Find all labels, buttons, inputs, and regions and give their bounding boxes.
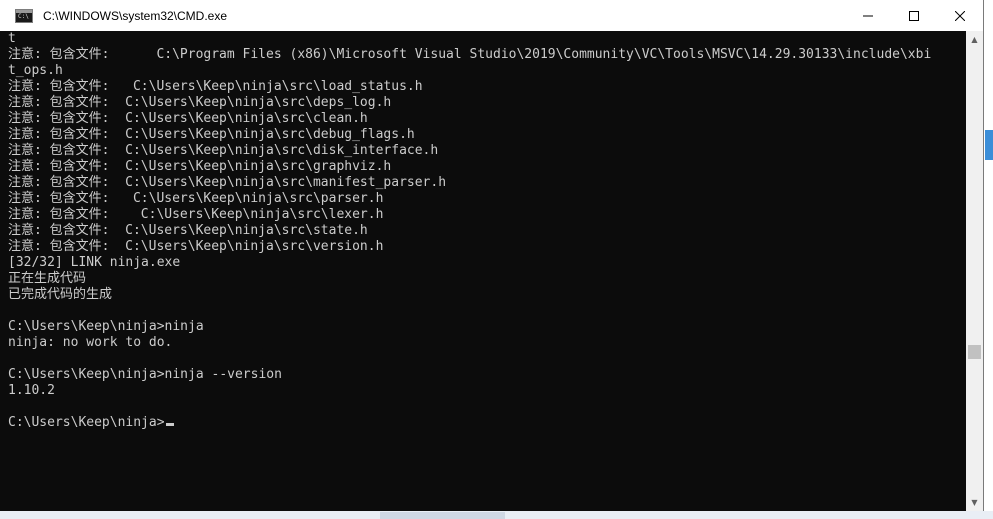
console-line: ninja: no work to do.: [8, 335, 173, 350]
console-line: C:\Users\Keep\ninja>: [8, 415, 966, 431]
text-cursor: [165, 423, 174, 426]
console-line: 注意: 包含文件: C:\Program Files (x86)\Microso…: [8, 47, 932, 62]
console-line: t_ops.h: [8, 63, 63, 78]
minimize-button[interactable]: [845, 0, 891, 31]
title-bar[interactable]: C:\WINDOWS\system32\CMD.exe: [0, 0, 983, 31]
console-line: [32/32] LINK ninja.exe: [8, 255, 181, 270]
console-line: 注意: 包含文件: C:\Users\Keep\ninja\src\state.…: [8, 223, 368, 238]
console-line: 注意: 包含文件: C:\Users\Keep\ninja\src\versio…: [8, 239, 384, 254]
console-line: 注意: 包含文件: C:\Users\Keep\ninja\src\manife…: [8, 175, 447, 190]
console-line: 注意: 包含文件: C:\Users\Keep\ninja\src\graphv…: [8, 159, 392, 174]
console-line: C:\Users\Keep\ninja>ninja --version: [8, 367, 282, 382]
background-panel-segment: [380, 512, 505, 519]
cmd-app-icon[interactable]: [15, 8, 33, 23]
chevron-up-icon: ▲: [971, 35, 978, 44]
close-icon: [955, 10, 965, 21]
chevron-down-icon: ▼: [971, 498, 978, 507]
console-line: 注意: 包含文件: C:\Users\Keep\ninja\src\clean.…: [8, 111, 368, 126]
vertical-scrollbar[interactable]: ▲ ▼: [966, 31, 983, 511]
console-text: t 注意: 包含文件: C:\Program Files (x86)\Micros…: [0, 31, 966, 431]
console-line: 1.10.2: [8, 383, 55, 398]
console-line: 注意: 包含文件: C:\Users\Keep\ninja\src\deps_l…: [8, 95, 392, 110]
close-button[interactable]: [937, 0, 983, 31]
console-line: 正在生成代码: [8, 271, 87, 286]
console-line: 注意: 包含文件: C:\Users\Keep\ninja\src\parser…: [8, 191, 384, 206]
cmd-window: C:\WINDOWS\system32\CMD.exe t注意: 包含文件: C…: [0, 0, 984, 511]
console-line: 已完成代码的生成: [8, 287, 113, 302]
console-output[interactable]: t 注意: 包含文件: C:\Program Files (x86)\Micros…: [0, 31, 966, 511]
maximize-icon: [909, 10, 919, 21]
minimize-icon: [863, 15, 873, 16]
console-line: 注意: 包含文件: C:\Users\Keep\ninja\src\lexer.…: [8, 207, 384, 222]
background-window-edge: [985, 130, 993, 160]
background-desktop-strip: [984, 0, 993, 519]
console-line: C:\Users\Keep\ninja>ninja: [8, 319, 204, 334]
window-title: C:\WINDOWS\system32\CMD.exe: [43, 8, 228, 23]
console-line: 注意: 包含文件: C:\Users\Keep\ninja\src\debug_…: [8, 127, 415, 142]
scroll-up-button[interactable]: ▲: [966, 31, 983, 48]
scroll-down-button[interactable]: ▼: [966, 494, 983, 511]
console-line: t: [8, 31, 16, 46]
maximize-button[interactable]: [891, 0, 937, 31]
console-line: 注意: 包含文件: C:\Users\Keep\ninja\src\disk_i…: [8, 143, 439, 158]
scroll-thumb[interactable]: [968, 345, 981, 359]
console-line: 注意: 包含文件: C:\Users\Keep\ninja\src\load_s…: [8, 79, 423, 94]
